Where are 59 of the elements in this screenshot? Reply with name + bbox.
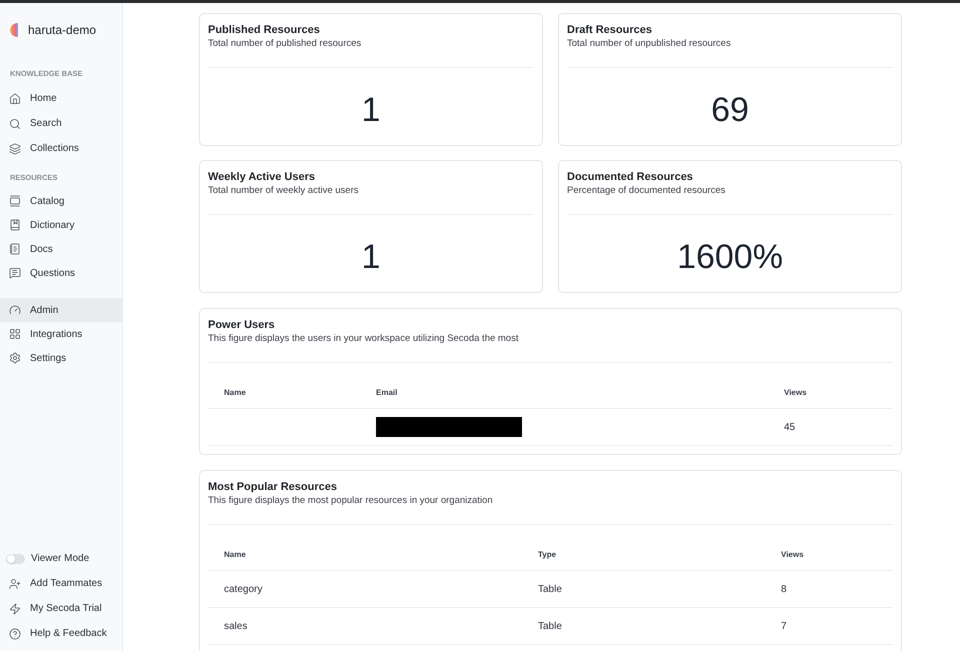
- card-subtitle: Total number of published resources: [208, 38, 362, 50]
- card-subtitle: This figure displays the users in your workspace utilizing Secoda the most: [208, 333, 520, 345]
- card-subtitle: Total number of weekly active users: [208, 185, 360, 197]
- stat-value: 1600%: [677, 236, 783, 276]
- card-title: Published Resources: [208, 23, 321, 37]
- settings-icon: [9, 352, 21, 364]
- sidebar-item[interactable]: Questions: [0, 261, 122, 285]
- table-cell-text: sales: [224, 620, 248, 634]
- workspace-name[interactable]: haruta-demo: [28, 20, 96, 38]
- add-user-icon: [9, 578, 21, 590]
- search-icon: [9, 118, 21, 130]
- column-header: Views: [781, 549, 804, 561]
- column-header: Name: [224, 387, 246, 399]
- toggle-label: Viewer Mode: [31, 552, 90, 566]
- grid-icon: [9, 328, 21, 340]
- card-subtitle: Percentage of documented resources: [567, 185, 726, 197]
- home-icon: [9, 92, 21, 104]
- column-header: Name: [224, 549, 246, 561]
- table-cell-text: 45: [784, 420, 796, 434]
- table-cell-text: Table: [538, 582, 562, 596]
- sidebar-item[interactable]: Admin: [0, 298, 122, 322]
- column-header: Views: [784, 387, 807, 399]
- stat-value: 1: [362, 90, 380, 130]
- toggle-switch[interactable]: [6, 554, 25, 564]
- notebook-icon: [9, 243, 21, 255]
- card-title: Documented Resources: [567, 170, 694, 184]
- sidebar-item[interactable]: Search: [0, 111, 122, 136]
- table-cell-text: category: [224, 582, 262, 596]
- sidebar-link[interactable]: Add Teammates: [0, 571, 122, 596]
- sidebar-item[interactable]: Docs: [0, 237, 122, 261]
- card-title: Power Users: [208, 318, 276, 332]
- table-cell-text: Table: [538, 620, 562, 634]
- panel-icon: [9, 195, 21, 207]
- card-subtitle: This figure displays the most popular resources in your organization: [208, 495, 494, 507]
- stat-value: 1: [362, 236, 380, 276]
- sidebar-item[interactable]: Integrations: [0, 322, 122, 346]
- sidebar-link[interactable]: My Secoda Trial: [0, 596, 122, 621]
- sidebar-item[interactable]: Dictionary: [0, 213, 122, 237]
- help-icon: [9, 628, 21, 640]
- lightning-icon: [9, 602, 21, 614]
- card-title: Weekly Active Users: [208, 170, 316, 184]
- logo-icon: [10, 22, 18, 36]
- sidebar-item[interactable]: Collections: [0, 136, 122, 161]
- layers-icon: [9, 142, 21, 154]
- sidebar-item[interactable]: Catalog: [0, 189, 122, 213]
- table-cell-text: 8: [781, 582, 787, 596]
- table-cell-text: 7: [781, 620, 787, 634]
- stat-value: 69: [711, 90, 749, 130]
- card-title: Draft Resources: [567, 23, 653, 37]
- sidebar-item[interactable]: Home: [0, 86, 122, 111]
- message-icon: [9, 267, 21, 279]
- sidebar-item[interactable]: Settings: [0, 346, 122, 370]
- bookmarked-book-icon: [9, 219, 21, 231]
- column-header: Type: [538, 549, 556, 561]
- sidebar-link[interactable]: Help & Feedback: [0, 621, 122, 646]
- card-title: Most Popular Resources: [208, 480, 338, 494]
- gauge-icon: [9, 304, 21, 316]
- column-header: Email: [376, 387, 398, 399]
- card-subtitle: Total number of unpublished resources: [567, 38, 732, 50]
